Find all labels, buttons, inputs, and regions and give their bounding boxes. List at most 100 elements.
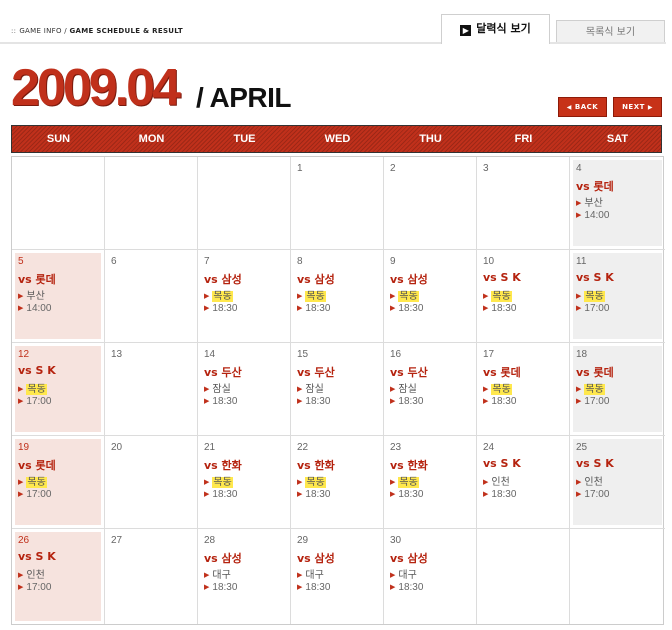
tab-calendar-view[interactable]: ▶ 달력식 보기 bbox=[441, 14, 550, 44]
game-opponent-link[interactable]: vs S K bbox=[18, 364, 56, 377]
calendar-empty-cell bbox=[12, 157, 105, 250]
calendar-day-29[interactable]: 29 vs 삼성 ▶ 대구 ▶ 18:30 bbox=[291, 529, 384, 624]
day-number: 16 bbox=[390, 349, 402, 360]
game-opponent-link[interactable]: vs 삼성 bbox=[390, 550, 428, 566]
bullet-arrow-icon: ▶ bbox=[576, 491, 582, 498]
game-opponent-link[interactable]: vs 삼성 bbox=[204, 271, 242, 287]
calendar-day-2: 2 bbox=[384, 157, 477, 250]
game-opponent-link[interactable]: vs 삼성 bbox=[390, 271, 428, 287]
game-opponent-link[interactable]: vs 한화 bbox=[297, 457, 335, 473]
bullet-arrow-icon: ▶ bbox=[18, 491, 24, 498]
day-cell-background bbox=[480, 160, 566, 246]
calendar-day-15[interactable]: 15 vs 두산 ▶ 잠실 ▶ 18:30 bbox=[291, 343, 384, 436]
game-venue-text: 목동 bbox=[212, 477, 233, 488]
game-venue-text: 부산 bbox=[584, 198, 603, 209]
calendar-day-7[interactable]: 7 vs 삼성 ▶ 목동 ▶ 18:30 bbox=[198, 250, 291, 343]
game-venue-text: 대구 bbox=[305, 570, 324, 581]
bullet-arrow-icon: ▶ bbox=[18, 398, 24, 405]
game-opponent-link[interactable]: vs 삼성 bbox=[297, 271, 335, 287]
bullet-arrow-icon: ▶ bbox=[204, 584, 210, 591]
calendar-day-5[interactable]: 5 vs 롯데 ▶ 부산 ▶ 14:00 bbox=[12, 250, 105, 343]
day-number: 14 bbox=[204, 349, 216, 360]
game-opponent-link[interactable]: vs 두산 bbox=[297, 364, 335, 380]
calendar-day-30[interactable]: 30 vs 삼성 ▶ 대구 ▶ 18:30 bbox=[384, 529, 477, 624]
game-opponent-link[interactable]: vs S K bbox=[576, 457, 614, 470]
calendar-day-26[interactable]: 26 vs S K ▶ 인천 ▶ 17:00 bbox=[12, 529, 105, 624]
game-venue: ▶ 목동 bbox=[204, 473, 233, 488]
next-button[interactable]: NEXT ▶ bbox=[613, 97, 662, 117]
game-venue-text: 목동 bbox=[584, 384, 605, 395]
back-button[interactable]: ◀ BACK bbox=[558, 97, 607, 117]
calendar-day-24[interactable]: 24 vs S K ▶ 인천 ▶ 18:30 bbox=[477, 436, 570, 529]
game-opponent-link[interactable]: vs 한화 bbox=[204, 457, 242, 473]
top-bar: :: GAME INFO / GAME SCHEDULE & RESULT ▶ 달력… bbox=[0, 0, 672, 44]
game-time-text: 18:30 bbox=[305, 582, 331, 593]
calendar-day-19[interactable]: 19 vs 롯데 ▶ 목동 ▶ 17:00 bbox=[12, 436, 105, 529]
calendar-day-12[interactable]: 12 vs S K ▶ 목동 ▶ 17:00 bbox=[12, 343, 105, 436]
day-number: 20 bbox=[111, 442, 123, 453]
calendar-day-23[interactable]: 23 vs 한화 ▶ 목동 ▶ 18:30 bbox=[384, 436, 477, 529]
game-opponent-link[interactable]: vs 롯데 bbox=[483, 364, 521, 380]
game-time: ▶ 17:00 bbox=[576, 489, 609, 500]
game-venue-text: 목동 bbox=[26, 384, 47, 395]
calendar-day-16[interactable]: 16 vs 두산 ▶ 잠실 ▶ 18:30 bbox=[384, 343, 477, 436]
game-venue: ▶ 잠실 bbox=[297, 380, 324, 395]
calendar-day-28[interactable]: 28 vs 삼성 ▶ 대구 ▶ 18:30 bbox=[198, 529, 291, 624]
game-time-text: 17:00 bbox=[584, 396, 610, 407]
game-venue-text: 대구 bbox=[212, 570, 231, 581]
calendar-day-21[interactable]: 21 vs 한화 ▶ 목동 ▶ 18:30 bbox=[198, 436, 291, 529]
game-opponent-link[interactable]: vs 두산 bbox=[204, 364, 242, 380]
calendar-day-14[interactable]: 14 vs 두산 ▶ 잠실 ▶ 18:30 bbox=[198, 343, 291, 436]
game-time-text: 18:30 bbox=[491, 396, 517, 407]
day-number: 28 bbox=[204, 535, 216, 546]
game-opponent-link[interactable]: vs 롯데 bbox=[18, 271, 56, 287]
calendar-day-8[interactable]: 8 vs 삼성 ▶ 목동 ▶ 18:30 bbox=[291, 250, 384, 343]
game-venue: ▶ 잠실 bbox=[390, 380, 417, 395]
game-time-text: 18:30 bbox=[212, 489, 238, 500]
game-opponent-link[interactable]: vs 삼성 bbox=[297, 550, 335, 566]
game-opponent-link[interactable]: vs 삼성 bbox=[204, 550, 242, 566]
day-number: 17 bbox=[483, 349, 495, 360]
game-venue: ▶ 인천 bbox=[576, 473, 603, 488]
breadcrumb-root: GAME INFO bbox=[19, 27, 62, 35]
calendar-day-3: 3 bbox=[477, 157, 570, 250]
bullet-arrow-icon: ▶ bbox=[576, 305, 582, 312]
day-number: 4 bbox=[576, 163, 582, 174]
game-opponent-link[interactable]: vs S K bbox=[576, 271, 614, 284]
calendar-day-10[interactable]: 10 vs S K ▶ 목동 ▶ 18:30 bbox=[477, 250, 570, 343]
day-number: 27 bbox=[111, 535, 123, 546]
game-time-text: 17:00 bbox=[26, 489, 52, 500]
game-opponent-link[interactable]: vs S K bbox=[483, 271, 521, 284]
tab-divider bbox=[0, 42, 666, 44]
game-opponent-link[interactable]: vs 롯데 bbox=[576, 364, 614, 380]
day-number: 7 bbox=[204, 256, 210, 267]
calendar-day-11[interactable]: 11 vs S K ▶ 목동 ▶ 17:00 bbox=[570, 250, 665, 343]
weekday-fri: FRI bbox=[514, 133, 533, 145]
game-time: ▶ 18:30 bbox=[483, 303, 516, 314]
game-opponent-link[interactable]: vs 한화 bbox=[390, 457, 428, 473]
triangle-right-icon: ▶ bbox=[647, 104, 653, 111]
game-opponent-link[interactable]: vs 두산 bbox=[390, 364, 428, 380]
game-venue: ▶ 대구 bbox=[390, 566, 417, 581]
tab-list-view[interactable]: 목록식 보기 bbox=[556, 20, 665, 43]
calendar-day-9[interactable]: 9 vs 삼성 ▶ 목동 ▶ 18:30 bbox=[384, 250, 477, 343]
game-time: ▶ 18:30 bbox=[204, 396, 237, 407]
game-time-text: 18:30 bbox=[491, 303, 517, 314]
calendar-day-4[interactable]: 4 vs 롯데 ▶ 부산 ▶ 14:00 bbox=[570, 157, 665, 250]
calendar-day-22[interactable]: 22 vs 한화 ▶ 목동 ▶ 18:30 bbox=[291, 436, 384, 529]
game-venue: ▶ 부산 bbox=[18, 287, 45, 302]
bullet-arrow-icon: ▶ bbox=[390, 571, 396, 579]
game-venue-text: 목동 bbox=[305, 291, 326, 302]
game-opponent-link[interactable]: vs 롯데 bbox=[576, 178, 614, 194]
day-number: 11 bbox=[576, 256, 587, 267]
game-venue-text: 인천 bbox=[584, 477, 603, 488]
game-time-text: 18:30 bbox=[305, 396, 331, 407]
calendar-day-18[interactable]: 18 vs 롯데 ▶ 목동 ▶ 17:00 bbox=[570, 343, 665, 436]
game-opponent-link[interactable]: vs S K bbox=[18, 550, 56, 563]
calendar-day-17[interactable]: 17 vs 롯데 ▶ 목동 ▶ 18:30 bbox=[477, 343, 570, 436]
game-opponent-link[interactable]: vs S K bbox=[483, 457, 521, 470]
calendar-empty-cell bbox=[570, 529, 665, 624]
game-opponent-link[interactable]: vs 롯데 bbox=[18, 457, 56, 473]
game-time-text: 17:00 bbox=[584, 303, 610, 314]
calendar-day-25[interactable]: 25 vs S K ▶ 인천 ▶ 17:00 bbox=[570, 436, 665, 529]
